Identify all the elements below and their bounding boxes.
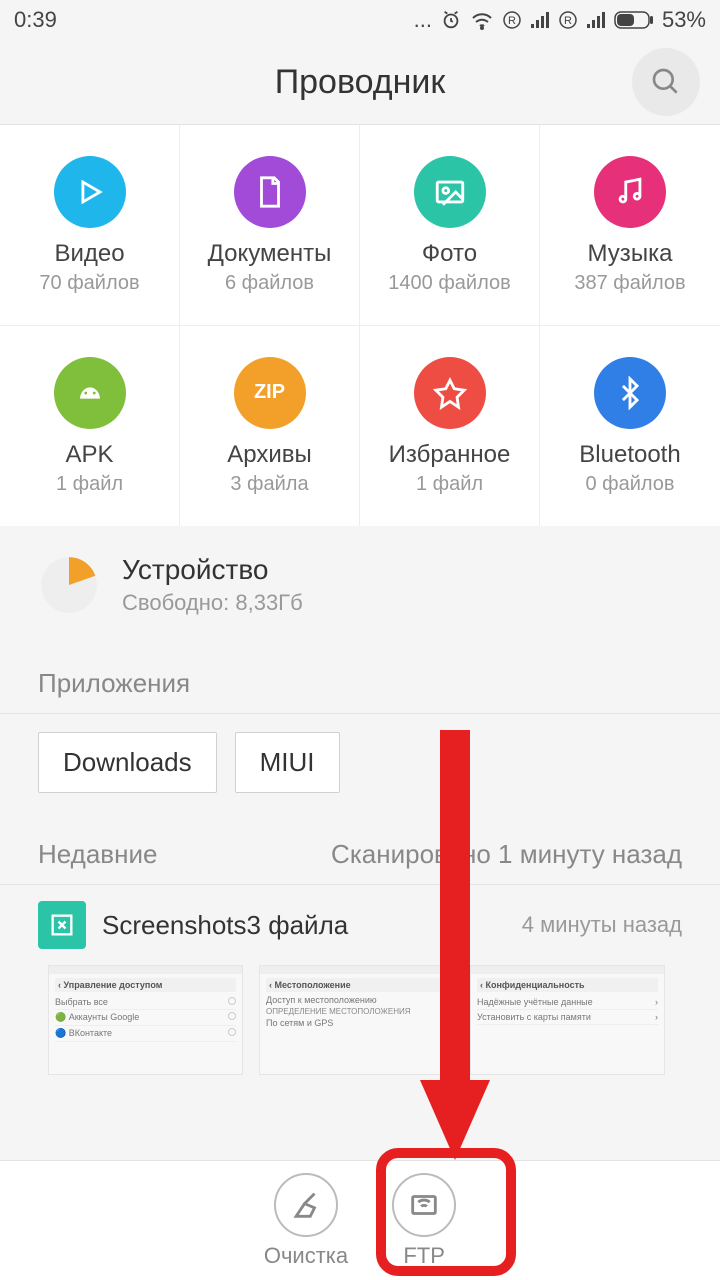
apps-section-title: Приложения bbox=[0, 646, 720, 714]
recent-item-time: 4 минуты назад bbox=[522, 912, 682, 938]
star-icon bbox=[414, 357, 486, 429]
category-grid-bottom: APK 1 файл ZIP Архивы 3 файла Избранное … bbox=[0, 326, 720, 526]
category-documents[interactable]: Документы 6 файлов bbox=[180, 125, 360, 325]
category-label: Музыка bbox=[588, 240, 673, 268]
ftp-label: FTP bbox=[403, 1243, 445, 1269]
ftp-icon bbox=[392, 1173, 456, 1237]
registered-icon-1: R bbox=[502, 10, 522, 30]
photo-icon bbox=[414, 156, 486, 228]
search-button[interactable] bbox=[632, 48, 700, 116]
more-icon: ... bbox=[414, 7, 432, 33]
bottom-nav: Очистка FTP bbox=[0, 1160, 720, 1280]
category-label: APK bbox=[65, 441, 113, 469]
category-video[interactable]: Видео 70 файлов bbox=[0, 125, 180, 325]
app-downloads-button[interactable]: Downloads bbox=[38, 732, 217, 793]
category-count: 1400 файлов bbox=[388, 272, 510, 295]
category-grid-top: Видео 70 файлов Документы 6 файлов Фото … bbox=[0, 125, 720, 326]
category-music[interactable]: Музыка 387 файлов bbox=[540, 125, 720, 325]
storage-section[interactable]: Устройство Свободно: 8,33Гб bbox=[0, 526, 720, 646]
category-count: 6 файлов bbox=[225, 272, 314, 295]
category-count: 3 файла bbox=[230, 473, 308, 496]
status-right: ... R R 53% bbox=[414, 7, 706, 33]
app-miui-button[interactable]: MIUI bbox=[235, 732, 340, 793]
music-icon bbox=[594, 156, 666, 228]
category-label: Фото bbox=[422, 240, 477, 268]
recent-item[interactable]: Screenshots3 файла 4 минуты назад ‹ Упра… bbox=[0, 885, 720, 1075]
screenshots-icon bbox=[38, 901, 86, 949]
category-label: Документы bbox=[208, 240, 332, 268]
zip-icon: ZIP bbox=[234, 357, 306, 429]
category-archives[interactable]: ZIP Архивы 3 файла bbox=[180, 326, 360, 526]
storage-free: Свободно: 8,33Гб bbox=[122, 590, 303, 616]
category-bluetooth[interactable]: Bluetooth 0 файлов bbox=[540, 326, 720, 526]
category-label: Избранное bbox=[389, 441, 511, 469]
battery-percent: 53% bbox=[662, 7, 706, 33]
doc-icon bbox=[234, 156, 306, 228]
registered-icon-2: R bbox=[558, 10, 578, 30]
storage-text: Устройство Свободно: 8,33Гб bbox=[122, 554, 303, 616]
category-count: 0 файлов bbox=[585, 473, 674, 496]
recent-header: Недавние Сканировано 1 минуту назад bbox=[0, 817, 720, 885]
wifi-icon bbox=[470, 10, 494, 30]
category-count: 1 файл bbox=[56, 473, 123, 496]
status-bar: 0:39 ... R R 53% bbox=[0, 0, 720, 40]
recent-item-label: Screenshots3 файла bbox=[102, 910, 506, 941]
recent-thumbnails: ‹ Управление доступом Выбрать все 🟢 Акка… bbox=[38, 965, 682, 1075]
thumbnail-1[interactable]: ‹ Управление доступом Выбрать все 🟢 Акка… bbox=[48, 965, 243, 1075]
battery-icon bbox=[614, 11, 654, 29]
cleanup-button[interactable]: Очистка bbox=[264, 1173, 348, 1280]
storage-pie-icon bbox=[38, 554, 100, 616]
search-icon bbox=[650, 66, 682, 98]
category-favorites[interactable]: Избранное 1 файл bbox=[360, 326, 540, 526]
signal-icon-2 bbox=[586, 11, 606, 29]
play-icon bbox=[54, 156, 126, 228]
svg-text:R: R bbox=[564, 15, 572, 27]
app-title: Проводник bbox=[275, 63, 446, 102]
alarm-icon bbox=[440, 9, 462, 31]
thumbnail-3[interactable]: ‹ Конфиденциальность Надёжные учётные да… bbox=[470, 965, 665, 1075]
broom-icon bbox=[274, 1173, 338, 1237]
app-header: Проводник bbox=[0, 40, 720, 125]
thumbnail-2[interactable]: ‹ Местоположение Доступ к местоположению… bbox=[259, 965, 454, 1075]
apps-row: Downloads MIUI bbox=[0, 714, 720, 817]
cleanup-label: Очистка bbox=[264, 1243, 348, 1269]
category-count: 387 файлов bbox=[574, 272, 685, 295]
status-time: 0:39 bbox=[14, 7, 57, 33]
signal-icon-1 bbox=[530, 11, 550, 29]
svg-text:R: R bbox=[508, 15, 516, 27]
category-apk[interactable]: APK 1 файл bbox=[0, 326, 180, 526]
recent-scanned: Сканировано 1 минуту назад bbox=[331, 839, 682, 870]
apk-icon bbox=[54, 357, 126, 429]
bluetooth-icon bbox=[594, 357, 666, 429]
ftp-button[interactable]: FTP bbox=[392, 1173, 456, 1280]
category-label: Архивы bbox=[227, 441, 312, 469]
recent-title: Недавние bbox=[38, 839, 157, 870]
storage-title: Устройство bbox=[122, 554, 303, 586]
category-count: 1 файл bbox=[416, 473, 483, 496]
category-count: 70 файлов bbox=[39, 272, 139, 295]
category-label: Bluetooth bbox=[579, 441, 680, 469]
category-photos[interactable]: Фото 1400 файлов bbox=[360, 125, 540, 325]
category-label: Видео bbox=[54, 240, 124, 268]
